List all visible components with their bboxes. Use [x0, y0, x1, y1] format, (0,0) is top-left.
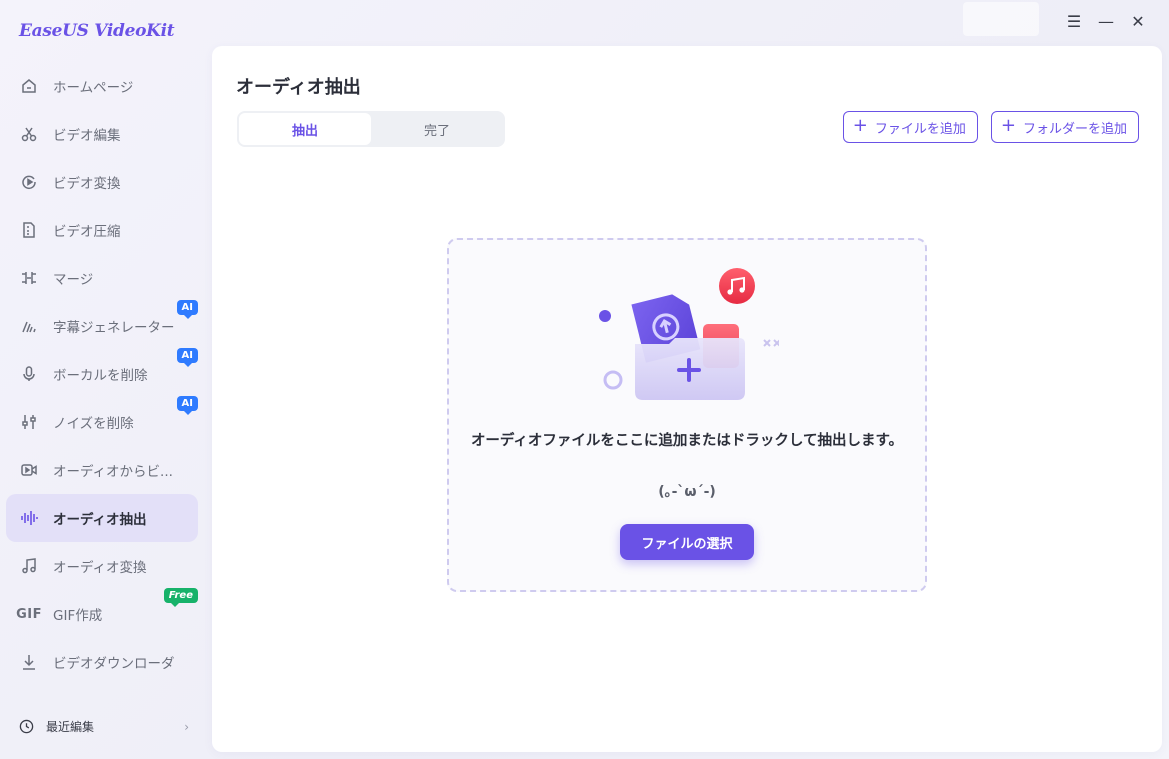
microphone-icon — [19, 364, 39, 384]
minimize-icon[interactable]: — — [1097, 12, 1115, 31]
sidebar-item-label: 字幕ジェネレーター — [53, 320, 175, 336]
sidebar-item-label: ビデオ圧縮 — [53, 224, 121, 240]
app-logo: EaseUS VideoKit — [19, 21, 175, 41]
sidebar-item-label: ビデオ変換 — [53, 176, 121, 192]
menu-icon[interactable]: ☰ — [1065, 12, 1083, 31]
compress-icon — [19, 220, 39, 240]
file-dropzone[interactable]: オーディオファイルをここに追加またはドラックして抽出します。 (｡-`ω´-) … — [447, 238, 927, 592]
sidebar-item-label: ビデオ編集 — [53, 128, 121, 144]
sidebar-item-label: GIF作成 — [53, 608, 103, 624]
audio-wave-icon — [19, 508, 39, 528]
ai-badge: AI — [176, 348, 198, 367]
dropzone-instruction: オーディオファイルをここに追加またはドラックして抽出します。 — [470, 433, 904, 449]
sidebar-item-label: オーディオ変換 — [53, 560, 147, 576]
page-title: オーディオ抽出 — [236, 77, 361, 98]
sidebar-item-label: ノイズを削除 — [53, 416, 134, 432]
sidebar-item-label: マージ — [53, 272, 94, 288]
sidebar-item-gif-maker[interactable]: GIF GIF作成 Free — [6, 588, 198, 638]
window-controls: ☰ — ✕ — [1065, 12, 1147, 31]
close-icon[interactable]: ✕ — [1129, 12, 1147, 31]
sidebar-item-homepage[interactable]: ホームページ — [6, 62, 198, 110]
add-file-button[interactable]: + ファイルを追加 — [842, 111, 978, 143]
sidebar: ホームページ ビデオ編集 ビデオ変換 ビデオ圧縮 マージ 字幕ジェネレーター A… — [0, 62, 212, 686]
dropzone-kaomoji: (｡-`ω´-) — [658, 484, 716, 500]
equalizer-icon — [19, 412, 39, 432]
main-panel: オーディオ抽出 抽出 完了 + ファイルを追加 + フォルダーを追加 オーディオ… — [212, 46, 1162, 752]
add-folder-button[interactable]: + フォルダーを追加 — [990, 111, 1139, 143]
free-badge: Free — [163, 588, 198, 607]
tab-completed[interactable]: 完了 — [371, 113, 503, 145]
sidebar-item-video-edit[interactable]: ビデオ編集 — [6, 110, 198, 158]
add-folder-illustration — [599, 268, 779, 400]
ai-badge: AI — [176, 300, 198, 319]
titlebar-blank-area — [963, 2, 1039, 36]
chevron-right-icon: › — [184, 719, 189, 734]
sidebar-item-video-downloader[interactable]: ビデオダウンローダ — [6, 638, 198, 686]
plus-icon: + — [1000, 115, 1016, 136]
sidebar-item-audio-to-video[interactable]: オーディオからビ... — [6, 446, 198, 494]
sidebar-item-label: ボーカルを削除 — [53, 368, 148, 384]
sidebar-item-label: ホームページ — [53, 80, 134, 96]
music-note-icon — [19, 556, 39, 576]
tab-bar: 抽出 完了 — [237, 111, 505, 147]
gif-icon: GIF — [16, 606, 42, 622]
sidebar-item-audio-convert[interactable]: オーディオ変換 — [6, 542, 198, 590]
sidebar-item-audio-extract[interactable]: オーディオ抽出 — [6, 494, 198, 542]
merge-icon — [19, 268, 39, 288]
select-file-button[interactable]: ファイルの選択 — [620, 524, 754, 560]
ai-badge: AI — [176, 396, 198, 415]
video-camera-icon — [19, 460, 39, 480]
scissors-icon — [19, 124, 39, 144]
sidebar-item-video-compress[interactable]: ビデオ圧縮 — [6, 206, 198, 254]
tab-extract[interactable]: 抽出 — [239, 113, 371, 145]
sidebar-item-subtitle-generator[interactable]: 字幕ジェネレーター AI — [6, 300, 198, 350]
sidebar-item-label: オーディオ抽出 — [53, 512, 147, 528]
add-folder-label: フォルダーを追加 — [1022, 121, 1127, 137]
recent-edits[interactable]: 最近編集 › — [19, 718, 189, 735]
top-actions: + ファイルを追加 + フォルダーを追加 — [842, 111, 1139, 143]
add-file-label: ファイルを追加 — [874, 121, 966, 137]
sidebar-item-merge[interactable]: マージ — [6, 254, 198, 302]
sidebar-item-label: ビデオダウンローダ — [53, 656, 175, 672]
sidebar-item-remove-noise[interactable]: ノイズを削除 AI — [6, 396, 198, 446]
recent-edits-label: 最近編集 — [46, 720, 95, 734]
sidebar-item-label: オーディオからビ... — [53, 464, 173, 480]
download-icon — [19, 652, 39, 672]
home-icon — [19, 76, 39, 96]
plus-icon: + — [852, 115, 868, 136]
subtitle-wave-icon — [19, 316, 39, 336]
sidebar-item-video-convert[interactable]: ビデオ変換 — [6, 158, 198, 206]
clock-icon — [19, 719, 34, 734]
convert-icon — [19, 172, 39, 192]
sidebar-item-remove-vocal[interactable]: ボーカルを削除 AI — [6, 348, 198, 398]
